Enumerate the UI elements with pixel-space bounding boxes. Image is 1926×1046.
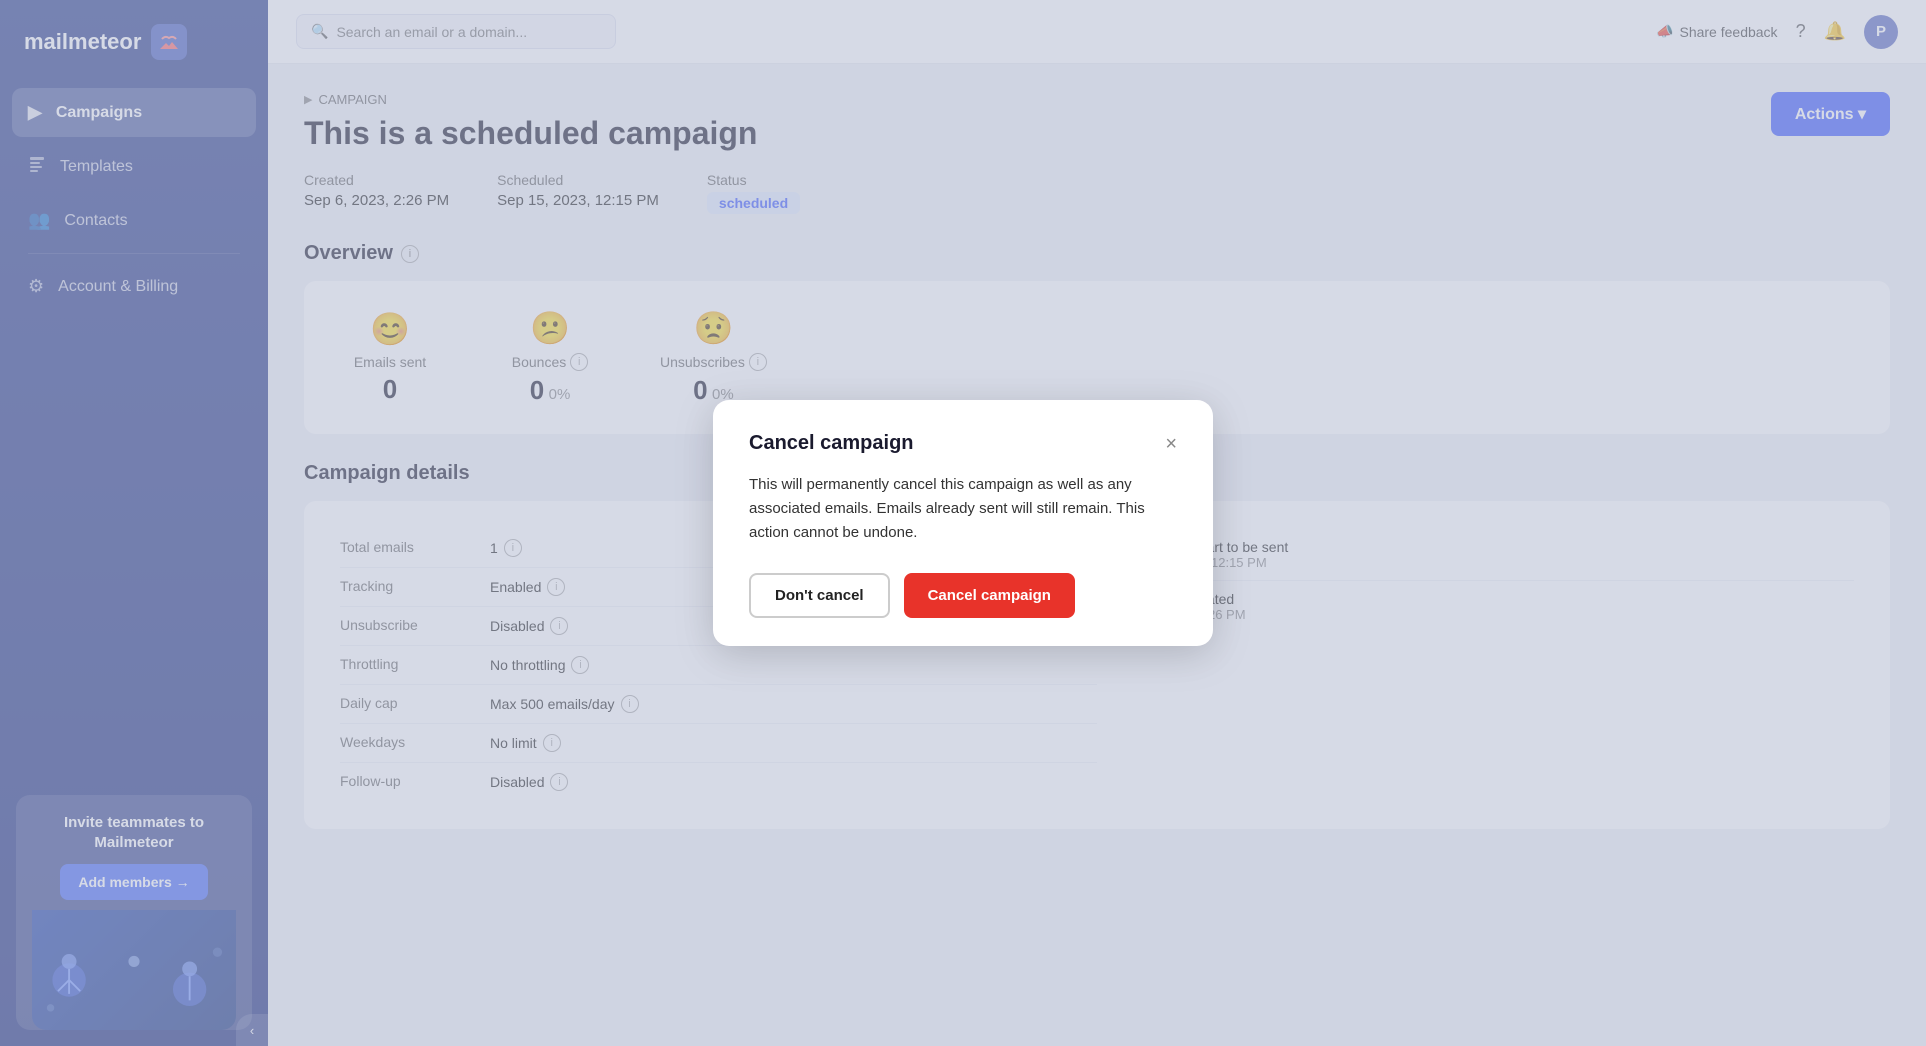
modal-header: Cancel campaign × [749,432,1177,455]
modal-footer: Don't cancel Cancel campaign [749,573,1177,618]
modal-body: This will permanently cancel this campai… [749,473,1177,545]
cancel-campaign-button[interactable]: Cancel campaign [904,573,1075,618]
cancel-campaign-modal: Cancel campaign × This will permanently … [713,400,1213,646]
modal-title: Cancel campaign [749,432,914,455]
modal-close-button[interactable]: × [1165,434,1177,454]
dont-cancel-button[interactable]: Don't cancel [749,573,890,618]
modal-overlay[interactable]: Cancel campaign × This will permanently … [0,0,1926,1046]
